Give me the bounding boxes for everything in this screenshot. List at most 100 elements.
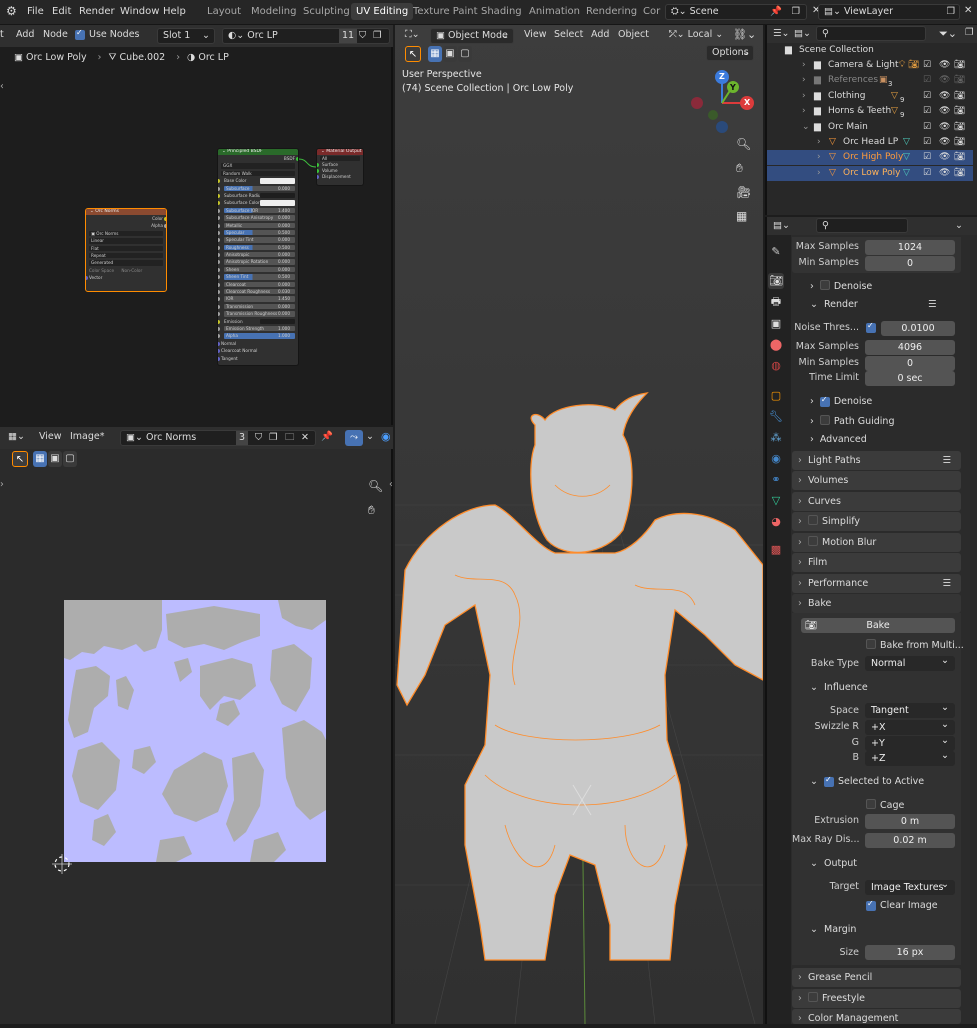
render-subpanel[interactable]: ⌄ Render <box>810 299 858 310</box>
tab-shading[interactable]: Shading <box>481 6 522 17</box>
render-camera-icon[interactable]: 📷︎ <box>954 104 965 119</box>
select-subtract-icon[interactable]: ▢ <box>458 46 472 62</box>
swizzle-b-dropdown[interactable]: +Z <box>865 751 955 766</box>
bake-type-dropdown[interactable]: Normal <box>865 656 955 671</box>
expand-arrow-icon[interactable]: › <box>817 166 821 181</box>
object-tab-icon[interactable]: ▢ <box>768 388 784 404</box>
exclude-checkbox-icon[interactable]: ☑ <box>923 104 931 119</box>
sidebar-right-toggle-icon[interactable]: ‹ <box>389 479 393 490</box>
gizmo-neg-x[interactable] <box>691 97 703 109</box>
properties-panel[interactable]: Motion Blur <box>792 533 961 552</box>
outliner-row[interactable]: › ▽ Orc High Poly ▽ ☑ 👁︎ 📷︎ <box>767 150 973 165</box>
exclude-checkbox-icon[interactable]: ☑ <box>923 73 931 88</box>
menu-object[interactable]: Object <box>618 29 649 40</box>
presets-icon[interactable]: ☰ <box>942 451 951 470</box>
outliner-row[interactable]: › ▆ Horns & Teeth ▽ 9 ☑ 👁︎ 📷︎ <box>767 104 973 119</box>
eye-icon[interactable]: 👁︎ <box>939 104 950 119</box>
3d-viewport[interactable]: ⛶⌄ ▣ Object Mode ⌄ View Select Add Object… <box>395 25 763 1024</box>
close-image-icon[interactable]: ✕ <box>301 431 309 445</box>
output-tab-icon[interactable]: 🖶 <box>768 294 784 310</box>
menu-window[interactable]: Window <box>120 6 159 17</box>
duplicate-layer-icon[interactable]: ❐ <box>946 5 955 19</box>
outliner-row[interactable]: › ▽ Orc Head LP ▽ ☑ 👁︎ 📷︎ <box>767 135 973 150</box>
pin-icon[interactable]: 📌 <box>770 5 782 19</box>
outliner-search-input[interactable]: ⚲ <box>816 26 926 41</box>
new-collection-icon[interactable]: ❐ <box>965 27 974 38</box>
tab-compositing[interactable]: Cor <box>643 6 660 17</box>
tab-texture-paint[interactable]: Texture Paint <box>413 6 478 17</box>
presets-icon[interactable]: ☰ <box>942 574 951 593</box>
render-camera-icon[interactable]: 📷︎ <box>954 89 965 104</box>
bake-button[interactable]: 📷︎ Bake <box>801 618 955 633</box>
viewport-min-samples-field[interactable]: 0 <box>865 256 955 271</box>
render-camera-icon[interactable]: 📷︎ <box>954 58 965 73</box>
options-dropdown[interactable]: Options ⌄ <box>706 45 754 61</box>
exclude-checkbox-icon[interactable]: ☑ <box>923 120 931 135</box>
viewport-denoise-row[interactable]: › Denoise <box>810 280 872 292</box>
select-extend-icon[interactable]: ▣ <box>48 451 62 467</box>
expand-arrow-icon[interactable]: › <box>802 58 806 73</box>
menu-select[interactable]: Select <box>554 29 583 40</box>
overlay-icon[interactable]: ◉ <box>381 430 391 443</box>
eye-icon[interactable]: 👁︎ <box>939 58 950 73</box>
tab-uv-editing[interactable]: UV Editing <box>351 3 414 20</box>
properties-panel[interactable]: Volumes <box>792 471 961 490</box>
properties-panel[interactable]: Simplify <box>792 512 961 531</box>
select-tool-icon[interactable]: ↖ <box>12 451 28 467</box>
exclude-checkbox-icon[interactable]: ☑ <box>923 58 931 73</box>
render-min-samples-field[interactable]: 0 <box>865 356 955 371</box>
editor-type-icon[interactable]: ▦⌄ <box>8 431 25 442</box>
menu-view[interactable]: View <box>524 29 547 40</box>
exclude-checkbox-icon[interactable]: ☑ <box>923 89 931 104</box>
select-box-icon[interactable]: ▦ <box>33 451 47 467</box>
menu-render[interactable]: Render <box>79 6 115 17</box>
exclude-checkbox-icon[interactable]: ☑ <box>923 135 931 150</box>
gizmo-neg-y[interactable] <box>708 110 718 120</box>
viewport-max-samples-field[interactable]: 1024 <box>865 240 955 255</box>
eye-icon[interactable]: 👁︎ <box>939 166 950 181</box>
properties-panel[interactable]: Light Paths ☰ <box>792 451 961 470</box>
outliner-row[interactable]: › ▆ References ▣ 3 ☑ 👁︎ 📷︎ <box>767 73 973 88</box>
texture-tab-icon[interactable]: ▩ <box>768 542 784 558</box>
select-box-icon[interactable]: ▦ <box>428 46 442 62</box>
editor-type-icon[interactable]: ▤⌄ <box>773 220 790 231</box>
select-tool-icon[interactable]: ↖ <box>405 46 421 62</box>
exclude-checkbox-icon[interactable]: ☑ <box>923 166 931 181</box>
render-camera-icon[interactable]: 📷︎ <box>954 166 965 181</box>
pan-hand-icon[interactable]: ✋︎ <box>736 161 743 176</box>
noise-threshold-field[interactable]: 0.0100 <box>881 321 955 336</box>
clear-image-row[interactable]: Clear Image <box>866 900 938 911</box>
tool-tab-icon[interactable]: ✎ <box>768 244 784 260</box>
menu-help[interactable]: Help <box>163 6 186 17</box>
duplicate-image-icon[interactable]: ❐ <box>269 431 278 445</box>
render-camera-icon[interactable]: 📷︎ <box>954 150 965 165</box>
path-guiding-checkbox[interactable] <box>819 415 830 425</box>
path-guiding-row[interactable]: › Path Guiding <box>810 415 894 427</box>
blender-logo-icon[interactable]: ⚙ <box>6 4 17 18</box>
expand-arrow-icon[interactable]: ⌄ <box>802 120 810 135</box>
2d-cursor-icon[interactable] <box>50 852 74 876</box>
cage-row[interactable]: Cage <box>866 799 904 811</box>
chevron-down-icon[interactable]: ⌄ <box>955 220 963 231</box>
uv-image-canvas[interactable] <box>64 600 326 862</box>
properties-panel[interactable]: Grease Pencil <box>792 968 961 987</box>
grid-toggle-icon[interactable]: ▦ <box>736 209 747 223</box>
eye-icon[interactable]: 👁︎ <box>939 150 950 165</box>
world-tab-icon[interactable]: ◍ <box>768 358 784 374</box>
properties-panel[interactable]: Freestyle <box>792 989 961 1008</box>
modifier-tab-icon[interactable]: 🔧︎ <box>768 409 784 425</box>
bake-multires-checkbox[interactable] <box>866 639 876 649</box>
editor-type-icon[interactable]: ⛶⌄ <box>405 29 420 40</box>
space-dropdown[interactable]: Tangent <box>865 703 955 718</box>
transform-orientation[interactable]: ⤱⌄ Local ⌄ <box>669 29 723 40</box>
tab-rendering[interactable]: Rendering <box>586 6 637 17</box>
snap-icon[interactable]: ⛓⌄ <box>733 28 756 41</box>
render-max-samples-field[interactable]: 4096 <box>865 340 955 355</box>
select-subtract-icon[interactable]: ▢ <box>63 451 77 467</box>
menu-view[interactable]: View <box>39 431 62 442</box>
menu-image[interactable]: Image* <box>70 431 105 442</box>
menu-add[interactable]: Add <box>591 29 609 40</box>
sidebar-toggle-icon[interactable]: › <box>0 479 4 490</box>
data-tab-icon[interactable]: ▽ <box>768 493 784 509</box>
panel-checkbox[interactable] <box>808 536 818 546</box>
